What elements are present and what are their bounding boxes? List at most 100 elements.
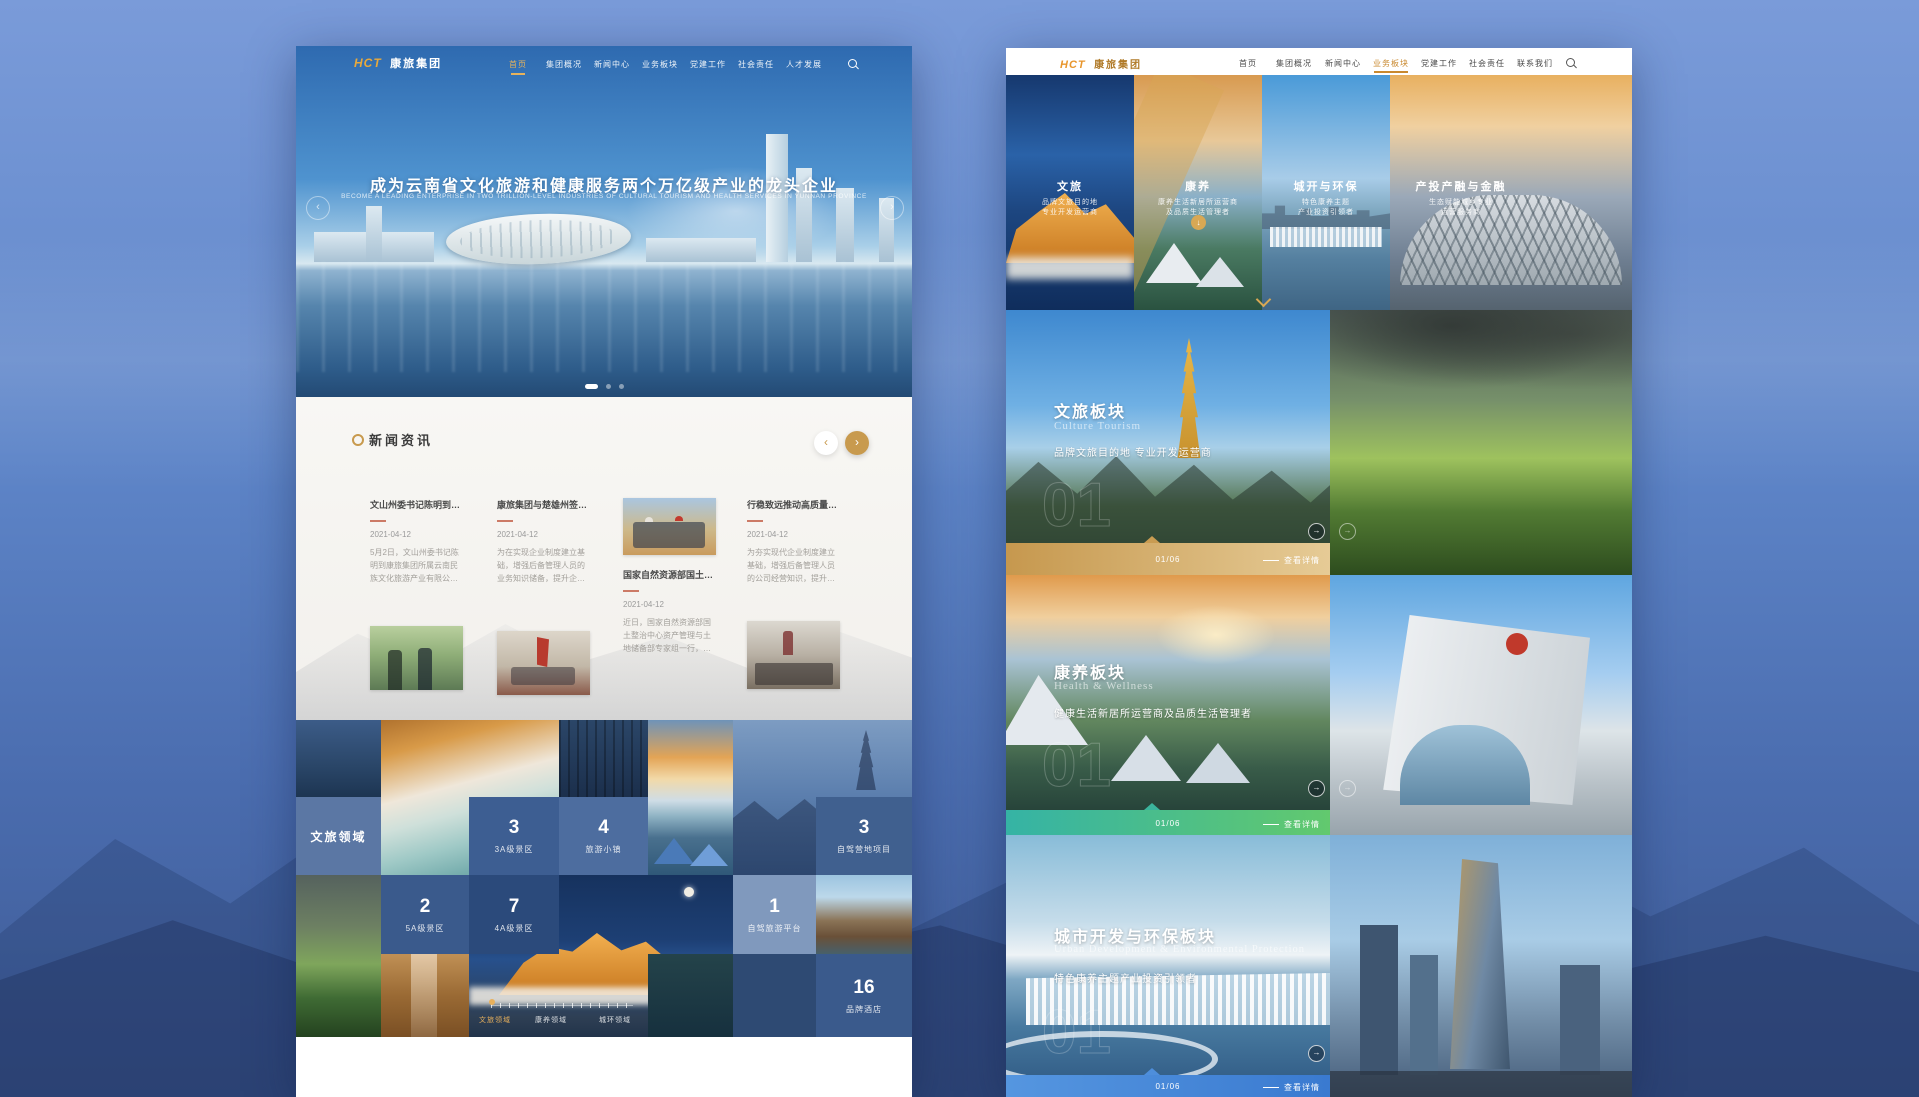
news-next-button[interactable]: › (845, 431, 869, 455)
stat-tile-selfdrive-platform[interactable]: 1 自驾旅游平台 (733, 875, 816, 954)
hero-next-button[interactable]: › (880, 196, 904, 220)
scroll-down-button[interactable]: ↓ (1191, 215, 1206, 230)
training-lecture-photo[interactable] (747, 621, 840, 689)
muddy-falls-photo-tile[interactable] (381, 954, 469, 1037)
white-tent (1146, 243, 1202, 283)
timeline-label-health[interactable]: 康养领域 (535, 1015, 567, 1025)
hero-subtitle: BECOME A LEADING ENTERPRISE IN TWO TRILL… (324, 193, 884, 200)
city-towers-image[interactable] (1330, 835, 1632, 1097)
news-card[interactable]: 国家自然资源部国土整治中心一行… 2021-04-12 近日，国家自然资源部国土… (623, 498, 716, 698)
timeline-label-culture[interactable]: 文旅领域 (479, 1015, 511, 1025)
stat-tile-4a-scenic[interactable]: 7 4A级景区 (469, 875, 559, 954)
culture-tourism-stats-grid: 文旅领域 3 3A级景区 4 旅游小镇 3 自驾营地项目 2 5A级景区 文旅领… (296, 720, 912, 1037)
right-logo[interactable]: HCT 康旅集团 (1060, 55, 1142, 73)
sector-panel-culture[interactable]: 文旅 品牌文旅目的地 专业开发运营商 (1006, 75, 1134, 310)
right-nav-contact[interactable]: 联系我们 (1517, 58, 1553, 69)
left-nav-news-center[interactable]: 新闻中心 (594, 59, 630, 70)
right-nav-business[interactable]: 业务板块 (1373, 58, 1409, 69)
culture-tourism-section-image[interactable]: 文旅板块 Culture Tourism 品牌文旅目的地 专业开发运营商 01 … (1006, 310, 1330, 575)
sector-panel-health[interactable]: 康养 康养生活新居所运营商 及品质生活管理者 ↓ (1134, 75, 1262, 310)
wellness-building-image[interactable]: → (1330, 575, 1632, 835)
karst-photo-tile[interactable] (296, 875, 381, 1037)
section-tagline: 品牌文旅目的地 专业开发运营商 (1054, 444, 1212, 459)
stat-tile-5a-scenic[interactable]: 2 5A级景区 (381, 875, 469, 954)
section-prev-button[interactable]: → (1308, 780, 1325, 797)
news-card[interactable]: 康旅集团与楚雄州签署合作框架协议 2021-04-12 为在实现企业制度建立基础… (497, 498, 590, 698)
hotel-photo-tile[interactable] (816, 875, 912, 954)
left-nav-talent[interactable]: 人才发展 (786, 59, 822, 70)
photo-figure (388, 650, 402, 690)
carousel-dot-1[interactable] (585, 384, 598, 389)
left-nav-social-responsibility[interactable]: 社会责任 (738, 59, 774, 70)
red-logo (1506, 633, 1528, 655)
section-next-button[interactable]: → (1339, 523, 1356, 540)
stat-tile-3a-scenic[interactable]: 3 3A级景区 (469, 797, 559, 875)
urban-section-bar[interactable]: 01/06 查看详情 (1006, 1075, 1330, 1097)
stat-tile-tourism-towns[interactable]: 4 旅游小镇 (559, 797, 648, 875)
left-nav-home[interactable]: 首页 (509, 59, 527, 70)
left-nav-business[interactable]: 业务板块 (642, 59, 678, 70)
stat-tile-camps[interactable]: 3 自驾营地项目 (816, 797, 912, 875)
right-nav-party-work[interactable]: 党建工作 (1421, 58, 1457, 69)
sector-label-tile[interactable]: 文旅领域 (296, 797, 381, 875)
karst-valley-image[interactable]: → (1330, 310, 1632, 575)
health-section-image[interactable]: 康养板块 Health & Wellness 健康生活新居所运营商及品质生活管理… (1006, 575, 1330, 810)
left-nav-party-work[interactable]: 党建工作 (690, 59, 726, 70)
panel-title: 产投产融与金融 (1390, 178, 1532, 194)
search-icon[interactable] (848, 59, 857, 68)
news-card[interactable]: 行稳致远推动高质量发展康旅集团… 2021-04-12 为夯实现代企业制度建立基… (747, 498, 840, 698)
photo-audience (755, 663, 833, 685)
white-tent (1186, 743, 1250, 783)
section-prev-button[interactable]: → (1308, 1045, 1325, 1062)
stat-tile-brand-hotels[interactable]: 16 品牌酒店 (816, 954, 912, 1037)
section-next-button[interactable]: → (1339, 780, 1356, 797)
signing-ceremony-photo[interactable] (497, 631, 590, 695)
right-nav-home[interactable]: 首页 (1239, 58, 1257, 69)
photo-figure (511, 667, 575, 685)
ghost-number: 01 (1042, 997, 1111, 1068)
village-photo-tile[interactable] (648, 954, 733, 1037)
view-details-link[interactable]: 查看详情 (1263, 1082, 1320, 1093)
news-section: 新闻资讯 ‹ › 文山州委书记陈明到集团所属普者黑… 2021-04-12 5月… (296, 397, 912, 720)
timeline-label-urban[interactable]: 城环领域 (599, 1015, 631, 1025)
sector-panel-finance[interactable]: 产投产融与金融 生态赋能城乡专业 运营服务商 (1390, 75, 1632, 310)
hero-banner[interactable]: HCT 康旅集团 首页 集团概况 新闻中心 业务板块 党建工作 社会责任 人才发… (296, 46, 912, 397)
news-prev-button[interactable]: ‹ (814, 431, 838, 455)
hero-prev-button[interactable]: ‹ (306, 196, 330, 220)
stat-label: 自驾营地项目 (837, 844, 891, 855)
timeline-marker[interactable] (489, 999, 495, 1005)
inspection-group-photo[interactable] (623, 498, 716, 555)
view-details-link[interactable]: 查看详情 (1263, 819, 1320, 830)
sunrise-tents-photo-tile[interactable] (648, 720, 733, 875)
street-crowd (1330, 1071, 1632, 1097)
sector-panel-urban-env[interactable]: 城开与环保 特色康养主题 产业投资引领者 (1262, 75, 1390, 310)
panel-tagline-1: 生态赋能城乡专业 (1390, 197, 1532, 207)
carousel-dot-2[interactable] (606, 384, 611, 389)
left-nav-group-overview[interactable]: 集团概况 (546, 59, 582, 70)
right-nav-social-responsibility[interactable]: 社会责任 (1469, 58, 1505, 69)
hero-carousel-dots (296, 376, 912, 394)
stat-value: 7 (509, 896, 520, 918)
left-logo[interactable]: HCT 康旅集团 (354, 54, 442, 72)
section-prev-button[interactable]: → (1308, 523, 1325, 540)
bar-notch (1144, 803, 1160, 810)
right-nav-group-overview[interactable]: 集团概况 (1276, 58, 1312, 69)
view-details-label: 查看详情 (1284, 820, 1320, 829)
news-card[interactable]: 文山州委书记陈明到集团所属普者黑… 2021-04-12 5月2日，文山州委书记… (370, 498, 463, 698)
right-nav-news-center[interactable]: 新闻中心 (1325, 58, 1361, 69)
forest-photo-tile[interactable] (559, 720, 648, 797)
view-details-link[interactable]: 查看详情 (1263, 555, 1320, 566)
sector-label: 文旅领域 (310, 828, 366, 845)
urban-env-section-image[interactable]: 城市开发与环保板块 Urban Development & Environmen… (1006, 835, 1330, 1075)
grassland-photo-tile[interactable] (296, 720, 381, 797)
officials-field-visit-photo[interactable] (370, 626, 463, 690)
tower-right (1560, 965, 1600, 1075)
carousel-dot-3[interactable] (619, 384, 624, 389)
pool-edge (1006, 1031, 1218, 1075)
health-section-bar[interactable]: 01/06 查看详情 (1006, 810, 1330, 835)
blue-tent (654, 838, 694, 864)
hero-water-reflection (296, 262, 912, 372)
news-divider (497, 520, 513, 522)
culture-section-bar[interactable]: 01/06 查看详情 (1006, 543, 1330, 575)
search-icon[interactable] (1566, 58, 1575, 67)
